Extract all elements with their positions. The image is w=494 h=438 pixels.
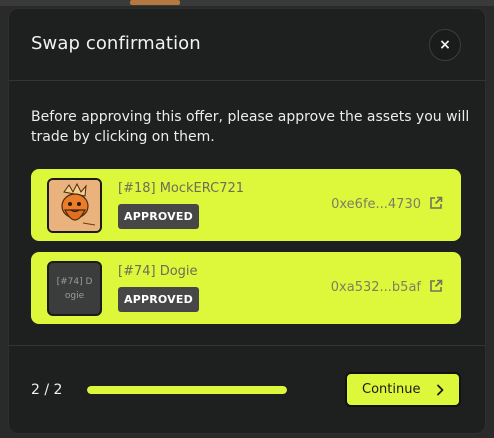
backdrop: [0, 0, 494, 6]
swap-confirmation-modal: Swap confirmation × Before approving thi…: [8, 8, 486, 434]
asset-thumbnail-placeholder: [#74] D ogie: [47, 261, 102, 316]
chevron-right-icon: [437, 384, 444, 396]
progress-fill: [87, 386, 287, 394]
close-button[interactable]: ×: [429, 29, 461, 61]
backdrop-accent: [130, 0, 180, 5]
continue-button[interactable]: Continue: [345, 372, 461, 407]
status-badge: APPROVED: [118, 287, 199, 312]
footer-divider: [9, 345, 485, 346]
thumbnail-text: ogie: [64, 290, 85, 301]
thumbnail-text: [#74] D: [56, 276, 93, 287]
contract-address: 0xe6fe...4730: [331, 197, 421, 212]
continue-label: Continue: [362, 382, 421, 397]
modal-title: Swap confirmation: [31, 33, 201, 54]
header-divider: [9, 80, 485, 81]
progress-bar: [87, 386, 287, 394]
instructions-text: Before approving this offer, please appr…: [31, 109, 470, 145]
external-link-icon[interactable]: [429, 279, 443, 293]
step-counter: 2 / 2: [31, 382, 63, 398]
status-badge: APPROVED: [118, 204, 199, 229]
asset-card[interactable]: [#74] D ogie [#74] Dogie APPROVED 0xa532…: [31, 252, 461, 324]
external-link-icon[interactable]: [429, 196, 443, 210]
contract-address: 0xa532...b5af: [330, 280, 421, 295]
asset-card[interactable]: [#18] MockERC721 APPROVED 0xe6fe...4730: [31, 169, 461, 241]
asset-name: [#74] Dogie: [118, 264, 198, 279]
asset-name: [#18] MockERC721: [118, 181, 245, 196]
asset-thumbnail: [47, 178, 102, 233]
nft-artwork-icon: [49, 180, 100, 231]
